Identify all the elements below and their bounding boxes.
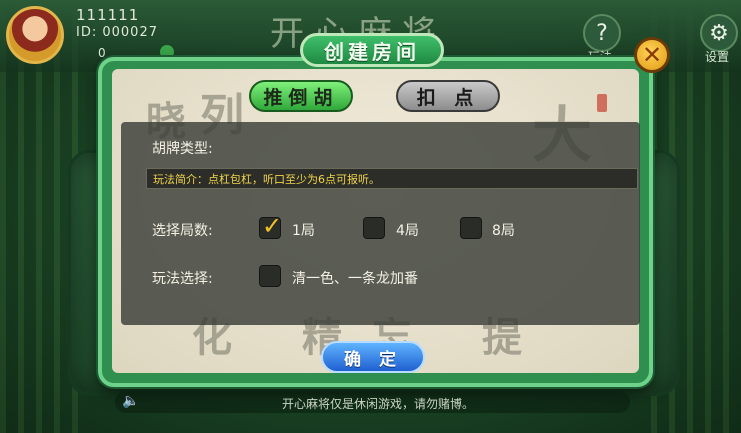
tab-koudian[interactable]: 扣 点: [396, 80, 500, 112]
play-option-checkbox[interactable]: [259, 265, 281, 287]
hu-type-label: 胡牌类型:: [152, 141, 213, 157]
player-coins: 0: [98, 46, 106, 60]
settings-label: 设置: [705, 50, 730, 64]
rounds-4-label: 4局: [396, 223, 419, 239]
rounds-8-checkbox[interactable]: [460, 217, 482, 239]
dialog-title: 创建房间: [300, 33, 444, 67]
rounds-label: 选择局数:: [152, 223, 213, 239]
player-name: 111111: [76, 6, 140, 24]
rounds-8-label: 8局: [492, 223, 515, 239]
check-icon: ✓: [262, 212, 283, 240]
player-id: ID: 000027: [76, 25, 158, 40]
rounds-4-checkbox[interactable]: [363, 217, 385, 239]
rule-intro-bar: 玩法简介：点杠包杠，听口至少为6点可报听。: [146, 168, 638, 189]
play-option-label: 清一色、一条龙加番: [292, 271, 418, 287]
gear-icon[interactable]: ⚙: [700, 14, 738, 52]
marquee-text: 开心麻将仅是休闲游戏，请勿赌博。: [282, 397, 475, 411]
play-label: 玩法选择:: [152, 271, 213, 287]
question-icon[interactable]: ?: [583, 14, 621, 52]
avatar[interactable]: [6, 6, 64, 64]
speaker-icon: 🔈: [122, 393, 140, 409]
red-seal-decor: [597, 94, 607, 112]
rule-intro-text: 玩法简介：点杠包杠，听口至少为6点可报听。: [153, 173, 380, 186]
close-icon[interactable]: ✕: [634, 37, 670, 73]
confirm-button[interactable]: 确 定: [321, 341, 425, 373]
rounds-1-label: 1局: [292, 223, 315, 239]
rounds-1-checkbox[interactable]: ✓: [259, 212, 282, 240]
tab-tuidaohu[interactable]: 推倒胡: [249, 80, 353, 112]
